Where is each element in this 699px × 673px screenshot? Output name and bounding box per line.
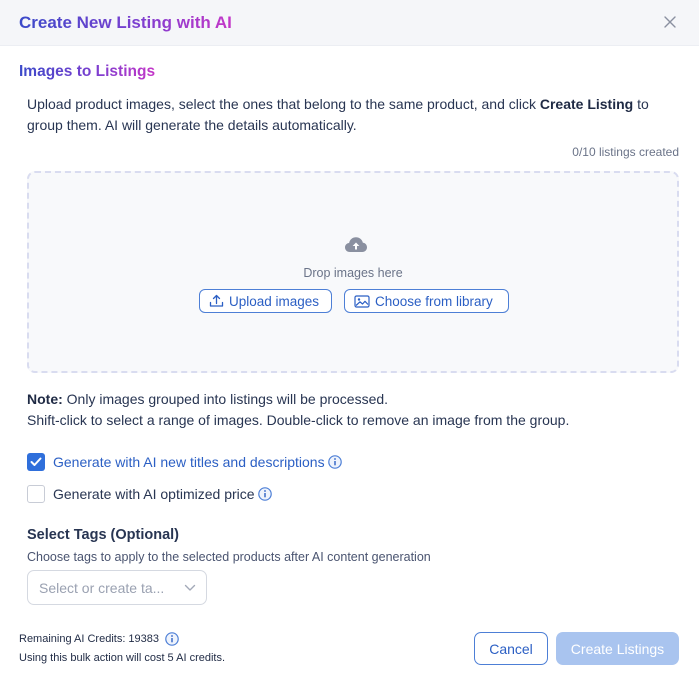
cancel-button[interactable]: Cancel <box>474 632 548 665</box>
chevron-down-icon <box>184 584 196 591</box>
tags-select[interactable]: Select or create ta... <box>27 570 207 605</box>
info-icon[interactable] <box>257 486 272 501</box>
tags-select-placeholder: Select or create ta... <box>39 579 165 596</box>
upload-images-label: Upload images <box>229 293 320 309</box>
create-listings-button[interactable]: Create Listings <box>556 632 679 665</box>
generate-price-label[interactable]: Generate with AI optimized price <box>53 485 255 503</box>
generate-price-checkbox[interactable] <box>27 484 45 503</box>
processing-note: Note: Only images grouped into listings … <box>27 389 687 431</box>
info-icon[interactable] <box>327 454 342 469</box>
upload-images-button[interactable]: Upload images <box>199 289 332 313</box>
remaining-credits-text: Remaining AI Credits: 19383 <box>19 633 160 645</box>
checkmark-icon <box>30 457 42 466</box>
note-line-1: Note: Only images grouped into listings … <box>27 389 687 410</box>
modal-title: Create New Listing with AI <box>19 13 232 32</box>
info-icon[interactable] <box>165 632 179 646</box>
generate-titles-checkbox[interactable] <box>27 452 45 471</box>
image-dropzone[interactable]: Drop images here Upload images Choose fr… <box>27 171 679 373</box>
section-title: Images to Listings <box>19 63 156 80</box>
create-listing-modal: Create New Listing with AI Images to Lis… <box>0 0 699 673</box>
option-generate-titles[interactable]: Generate with AI new titles and descript… <box>27 452 342 471</box>
close-button[interactable] <box>660 12 680 32</box>
cloud-upload-icon <box>345 237 367 252</box>
note-label: Note: <box>27 391 63 407</box>
generate-titles-label[interactable]: Generate with AI new titles and descript… <box>53 453 325 471</box>
modal-header: Create New Listing with AI <box>0 0 699 46</box>
image-library-icon <box>354 294 370 308</box>
dropzone-text: Drop images here <box>303 266 403 280</box>
intro-text-start: Upload product images, select the ones t… <box>27 96 540 112</box>
action-cost-text: Using this bulk action will cost 5 AI cr… <box>19 652 226 664</box>
note-line-2: Shift-click to select a range of images.… <box>27 412 570 428</box>
tags-title: Select Tags (Optional) <box>27 527 180 543</box>
option-generate-price[interactable]: Generate with AI optimized price <box>27 484 272 503</box>
close-icon <box>664 16 676 28</box>
choose-from-library-label: Choose from library <box>375 293 493 309</box>
remaining-credits: Remaining AI Credits: 19383 <box>19 632 179 646</box>
listings-counter: 0/10 listings created <box>572 145 679 159</box>
intro-text: Upload product images, select the ones t… <box>27 94 687 136</box>
intro-text-emphasis: Create Listing <box>539 96 634 112</box>
tags-description: Choose tags to apply to the selected pro… <box>27 550 431 564</box>
upload-icon <box>209 294 224 307</box>
choose-from-library-button[interactable]: Choose from library <box>344 289 509 313</box>
note-text: Only images grouped into listings will b… <box>62 391 389 407</box>
